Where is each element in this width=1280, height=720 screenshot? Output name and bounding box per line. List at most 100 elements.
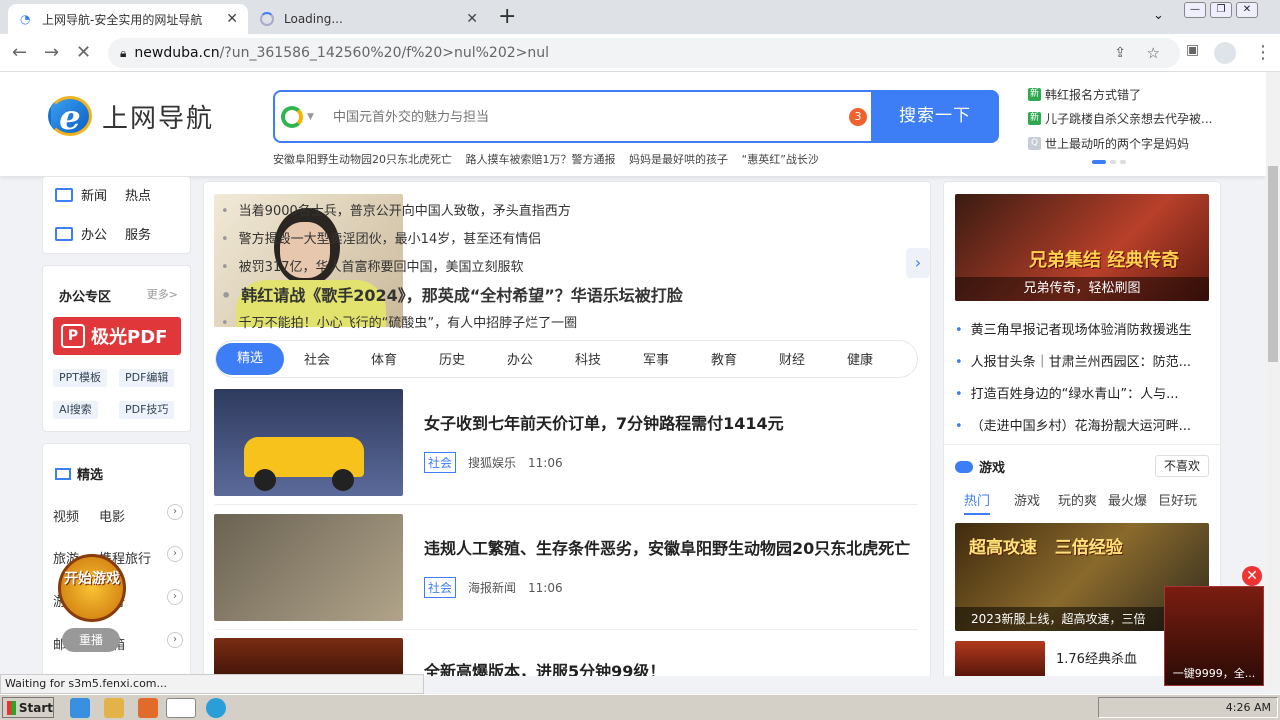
share-icon[interactable]: ⇪ xyxy=(1114,45,1126,61)
maximize-button[interactable]: ❐ xyxy=(1210,2,1232,18)
search-input[interactable] xyxy=(333,104,833,130)
right-hot-item[interactable]: 新韩红报名方式错了 xyxy=(1028,86,1141,103)
tab-list-chevron-icon[interactable]: ⌄ xyxy=(1153,8,1164,23)
tab-military[interactable]: 军事 xyxy=(643,349,669,368)
category-tag[interactable]: 社会 xyxy=(424,577,457,598)
feed-image-tiger[interactable] xyxy=(214,514,403,621)
clock[interactable]: 4:26 AM xyxy=(1226,701,1271,714)
headline-item[interactable]: 韩红请战《歌手2024》，那英成“全村希望”？华语乐坛被打脸 xyxy=(221,282,683,306)
tab-office[interactable]: 办公 xyxy=(507,349,533,368)
pdf-app-button[interactable]: P 极光PDF xyxy=(53,317,181,355)
carousel-dots[interactable] xyxy=(1092,160,1126,164)
gamepad-icon xyxy=(955,460,973,473)
feed-image-taxi[interactable] xyxy=(214,389,403,496)
right-hot-text: 儿子跳楼自杀父亲想去代孕被... xyxy=(1045,112,1213,126)
site-logo[interactable]: e 上网导航 xyxy=(48,96,214,137)
address-bar[interactable]: 🔒︎ newduba.cn/?un_361586_142560%20/f%20>… xyxy=(108,38,1180,68)
dislike-button[interactable]: 不喜欢 xyxy=(1155,455,1209,477)
folder-taskbar-icon[interactable] xyxy=(104,698,124,718)
tab-society[interactable]: 社会 xyxy=(304,349,330,368)
game-title[interactable]: 1.76经典杀血 xyxy=(1056,648,1137,667)
close-tab-icon[interactable]: ✕ xyxy=(466,11,478,27)
next-arrow-icon[interactable]: › xyxy=(906,248,930,278)
hot-badge: 3 xyxy=(849,108,867,126)
minimize-button[interactable]: — xyxy=(1184,2,1206,18)
quick-link-hot[interactable]: 热点 xyxy=(125,185,151,204)
vertical-scrollbar[interactable] xyxy=(1266,72,1280,692)
tab-history[interactable]: 历史 xyxy=(439,349,465,368)
search-button[interactable]: 搜索一下 xyxy=(871,90,999,143)
game-banner-image[interactable]: 兄弟集结 经典传奇 兄弟传奇，轻松刷图 xyxy=(955,194,1209,301)
windows-logo-icon xyxy=(7,700,16,715)
feed-title[interactable]: 违规人工繁殖、生存条件恶劣，安徽阜阳野生动物园20只东北虎死亡 xyxy=(424,535,910,559)
stop-icon[interactable]: ✕ xyxy=(76,42,91,63)
replay-button[interactable]: 重播 xyxy=(62,628,120,652)
office-tag[interactable]: AI搜索 xyxy=(53,401,98,419)
game-tab-games[interactable]: 游戏 xyxy=(1014,490,1040,509)
menu-dots-icon[interactable]: ⋮ xyxy=(1254,42,1272,63)
tab-sports[interactable]: 体育 xyxy=(371,349,397,368)
right-news-item[interactable]: 打造百姓身边的“绿水青山”：人与... xyxy=(955,383,1211,402)
banner-caption: 兄弟传奇，轻松刷图 xyxy=(955,277,1209,301)
media-taskbar-icon[interactable] xyxy=(138,698,158,718)
tab-health[interactable]: 健康 xyxy=(847,349,873,368)
search-engine-selector[interactable]: ▼ xyxy=(281,104,321,130)
headline-item[interactable]: 警方揭毁一大型卖淫团伙，最小14岁，甚至还有情侣 xyxy=(221,228,542,247)
hot-link[interactable]: “惠英红”战长沙 xyxy=(742,153,819,166)
game-tab-popular[interactable]: 最火爆 xyxy=(1108,490,1147,509)
office-tag[interactable]: PDF编辑 xyxy=(119,369,175,387)
scrollbar-thumb[interactable] xyxy=(1268,166,1278,362)
feed-title[interactable]: 女子收到七年前天价订单，7分钟路程需付1414元 xyxy=(424,410,784,434)
ie-taskbar-icon[interactable] xyxy=(70,698,90,718)
tab-tech[interactable]: 科技 xyxy=(575,349,601,368)
hot-link[interactable]: 安徽阜阳野生动物园20只东北虎死亡 xyxy=(273,153,452,166)
pdf-label: 极光PDF xyxy=(91,327,168,348)
close-tab-icon[interactable]: ✕ xyxy=(226,11,238,27)
right-news-item[interactable]: （走进中国乡村）花海扮靓大运河畔... xyxy=(955,415,1211,434)
right-news-item[interactable]: 黄三角早报记者现场体验消防救援逃生 xyxy=(955,319,1211,338)
new-badge-icon: 新 xyxy=(1028,88,1041,101)
start-game-float-button[interactable]: 开始游戏 xyxy=(58,554,126,622)
hot-link[interactable]: 路人摸车被索赔1万？警方通报 xyxy=(466,153,616,166)
office-tag[interactable]: PDF技巧 xyxy=(119,401,175,419)
floating-ad[interactable]: 一键9999，全... xyxy=(1164,586,1264,686)
game-tab-best[interactable]: 巨好玩 xyxy=(1158,490,1197,509)
hot-link[interactable]: 妈妈是最好哄的孩子 xyxy=(629,153,728,166)
back-icon[interactable]: ← xyxy=(12,42,27,63)
tab-featured[interactable]: 精选 xyxy=(216,343,284,375)
game-thumb[interactable] xyxy=(955,641,1045,676)
headline-item[interactable]: 被罚317亿，华人首富称要回中国，美国立刻服软 xyxy=(221,256,524,275)
category-tag[interactable]: 社会 xyxy=(424,452,457,473)
ad-close-icon[interactable]: ✕ xyxy=(1242,566,1262,586)
right-hot-item[interactable]: 新儿子跳楼自杀父亲想去代孕被... xyxy=(1028,110,1212,127)
forward-icon[interactable]: → xyxy=(44,42,59,63)
tab-loading[interactable]: Loading... ✕ xyxy=(250,4,488,34)
quick-link-service[interactable]: 服务 xyxy=(125,224,151,243)
start-button[interactable]: Start xyxy=(2,697,54,718)
edge-taskbar-icon[interactable] xyxy=(206,698,226,718)
headline-item[interactable]: 千万不能拍！小心飞行的“硫酸虫”，有人中招脖子烂了一圈 xyxy=(221,312,577,331)
feed-title[interactable]: 全新高爆版本，进服5分钟99级！ xyxy=(424,658,665,676)
close-window-button[interactable]: ✕ xyxy=(1236,2,1258,18)
more-link[interactable]: 更多> xyxy=(147,286,178,302)
quick-link-news[interactable]: 新闻 xyxy=(81,185,107,204)
new-tab-button[interactable]: + xyxy=(498,4,516,29)
bookmark-star-icon[interactable]: ☆ xyxy=(1147,44,1160,62)
game-tab-hot[interactable]: 热门 xyxy=(964,490,991,515)
profile-avatar-icon[interactable] xyxy=(1214,42,1236,64)
right-news-item[interactable]: 人报甘头条｜甘肃兰州西园区：防范... xyxy=(955,351,1211,370)
tab-education[interactable]: 教育 xyxy=(711,349,737,368)
quick-link-office[interactable]: 办公 xyxy=(81,224,107,243)
featured-item[interactable]: 视频 电影 › xyxy=(53,504,183,525)
feed-image-game[interactable] xyxy=(214,638,403,676)
system-tray: 4:26 AM xyxy=(1098,697,1278,718)
sidebar-icon[interactable]: ▣ xyxy=(1186,42,1199,58)
headline-item[interactable]: 当着9000名士兵，普京公开向中国人致敬，矛头直指西方 xyxy=(221,200,571,219)
game-tab-fun[interactable]: 玩的爽 xyxy=(1058,490,1097,509)
tab-finance[interactable]: 财经 xyxy=(779,349,805,368)
right-hot-text: 韩红报名方式错了 xyxy=(1045,88,1142,102)
right-hot-item[interactable]: Q 世上最动听的两个字是妈妈 xyxy=(1028,135,1189,152)
chrome-taskbar-icon[interactable] xyxy=(166,698,196,718)
office-tag[interactable]: PPT模板 xyxy=(53,369,107,387)
tab-active[interactable]: ◔ 上网导航-安全实用的网址导航 ✕ xyxy=(8,4,248,34)
